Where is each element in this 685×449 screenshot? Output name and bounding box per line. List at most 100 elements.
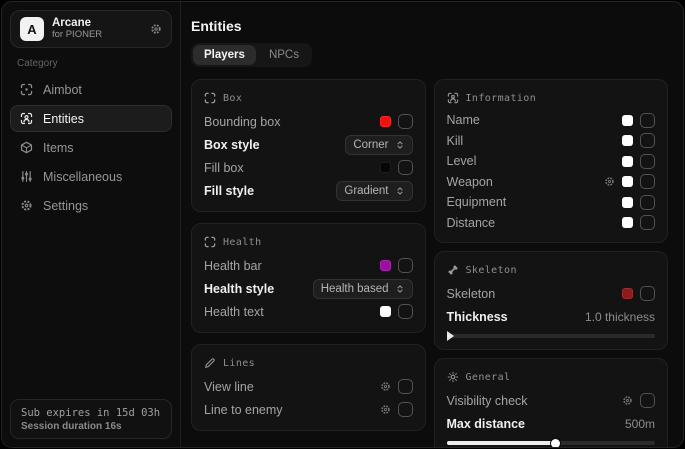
health-style-dropdown[interactable]: Health based — [313, 279, 413, 299]
setting-row: Health bar — [204, 254, 413, 277]
section-title: Health — [223, 237, 262, 248]
checkbox[interactable] — [640, 174, 655, 189]
fill-style-dropdown[interactable]: Gradient — [336, 181, 412, 201]
crosshair-scan-icon — [20, 83, 33, 96]
setting-row: Line to enemy — [204, 398, 413, 421]
setting-row: Health style Health based — [204, 277, 413, 300]
gear-icon[interactable] — [380, 404, 391, 415]
checkbox[interactable] — [640, 215, 655, 230]
setting-label: Box style — [204, 138, 260, 152]
setting-label: Level — [447, 154, 477, 168]
checkbox[interactable] — [398, 160, 413, 175]
main-panel: Entities Players NPCs Box Bounding box — [181, 2, 683, 447]
sidebar-item-entities[interactable]: Entities — [10, 105, 172, 132]
setting-label: Thickness — [447, 310, 508, 324]
color-swatch[interactable] — [380, 162, 391, 173]
box-style-dropdown[interactable]: Corner — [345, 135, 412, 155]
setting-label: Distance — [447, 216, 496, 230]
slider-fill — [447, 441, 555, 445]
color-swatch[interactable] — [380, 260, 391, 271]
setting-label: Line to enemy — [204, 403, 283, 417]
checkbox[interactable] — [640, 393, 655, 408]
settings-grid: Box Bounding box Box style Corner — [191, 79, 668, 447]
checkbox[interactable] — [398, 304, 413, 319]
setting-row: Level — [447, 151, 656, 172]
section-box: Box Bounding box Box style Corner — [191, 79, 426, 212]
thickness-slider[interactable] — [447, 330, 656, 340]
sidebar-item-label: Settings — [43, 199, 88, 213]
sidebar-item-label: Entities — [43, 112, 84, 126]
max-distance-slider[interactable] — [447, 437, 656, 447]
setting-row: Skeleton — [447, 282, 656, 305]
checkbox[interactable] — [640, 113, 655, 128]
checkbox[interactable] — [640, 195, 655, 210]
setting-row: Equipment — [447, 192, 656, 213]
gear-icon[interactable] — [150, 23, 162, 35]
session-duration: Session duration 16s — [21, 421, 161, 432]
setting-row: Fill box — [204, 156, 413, 179]
subscription-expiry: Sub expires in 15d 03h — [21, 407, 161, 419]
gear-icon — [20, 199, 33, 212]
checkbox[interactable] — [398, 402, 413, 417]
section-information: Information Name Kill — [434, 79, 669, 243]
max-distance-value: 500m — [625, 417, 655, 431]
unfold-icon — [395, 140, 405, 150]
setting-row: Thickness 1.0 thickness — [447, 305, 656, 328]
color-swatch[interactable] — [622, 115, 633, 126]
setting-label: Health bar — [204, 259, 262, 273]
color-swatch[interactable] — [622, 288, 633, 299]
setting-row: Name — [447, 110, 656, 131]
slider-track[interactable] — [447, 334, 656, 338]
sidebar-item-aimbot[interactable]: Aimbot — [10, 76, 172, 103]
slider-handle[interactable] — [551, 439, 560, 448]
checkbox[interactable] — [640, 286, 655, 301]
checkbox[interactable] — [398, 114, 413, 129]
sidebar: A Arcane for PIONER Category Aimbot — [2, 2, 181, 447]
setting-row: Health text — [204, 300, 413, 323]
color-swatch[interactable] — [622, 197, 633, 208]
setting-label: Fill box — [204, 161, 244, 175]
setting-label: Weapon — [447, 175, 493, 189]
checkbox[interactable] — [640, 154, 655, 169]
setting-label: Bounding box — [204, 115, 280, 129]
dropdown-value: Health based — [321, 283, 389, 295]
package-icon — [20, 141, 33, 154]
app-subtitle: for PIONER — [52, 30, 142, 41]
person-scan-icon — [20, 112, 33, 125]
sidebar-item-items[interactable]: Items — [10, 134, 172, 161]
setting-row: Visibility check — [447, 389, 656, 412]
color-swatch[interactable] — [380, 306, 391, 317]
sidebar-item-settings[interactable]: Settings — [10, 192, 172, 219]
gear-icon[interactable] — [604, 176, 615, 187]
gear-icon[interactable] — [380, 381, 391, 392]
setting-row: Bounding box — [204, 110, 413, 133]
tab-players[interactable]: Players — [193, 45, 256, 65]
setting-label: Visibility check — [447, 394, 528, 408]
color-swatch[interactable] — [380, 116, 391, 127]
gear-icon[interactable] — [622, 395, 633, 406]
color-swatch[interactable] — [622, 135, 633, 146]
section-title: Information — [466, 93, 537, 104]
color-swatch[interactable] — [622, 176, 633, 187]
setting-row: Max distance 500m — [447, 412, 656, 435]
section-lines: Lines View line Line to enemy — [191, 344, 426, 431]
color-swatch[interactable] — [622, 217, 633, 228]
pencil-line-icon — [204, 357, 216, 369]
app-window: A Arcane for PIONER Category Aimbot — [1, 1, 684, 448]
slider-handle[interactable] — [447, 331, 454, 341]
setting-row: Distance — [447, 213, 656, 234]
section-title: General — [466, 372, 511, 383]
corners-icon — [204, 236, 216, 248]
setting-label: Equipment — [447, 195, 507, 209]
color-swatch[interactable] — [622, 156, 633, 167]
checkbox[interactable] — [640, 133, 655, 148]
tab-npcs[interactable]: NPCs — [258, 45, 310, 65]
setting-row: Fill style Gradient — [204, 179, 413, 202]
dropdown-value: Corner — [353, 139, 388, 151]
checkbox[interactable] — [398, 379, 413, 394]
setting-label: Name — [447, 113, 480, 127]
setting-row: View line — [204, 375, 413, 398]
sidebar-item-miscellaneous[interactable]: Miscellaneous — [10, 163, 172, 190]
checkbox[interactable] — [398, 258, 413, 273]
setting-label: Kill — [447, 134, 464, 148]
